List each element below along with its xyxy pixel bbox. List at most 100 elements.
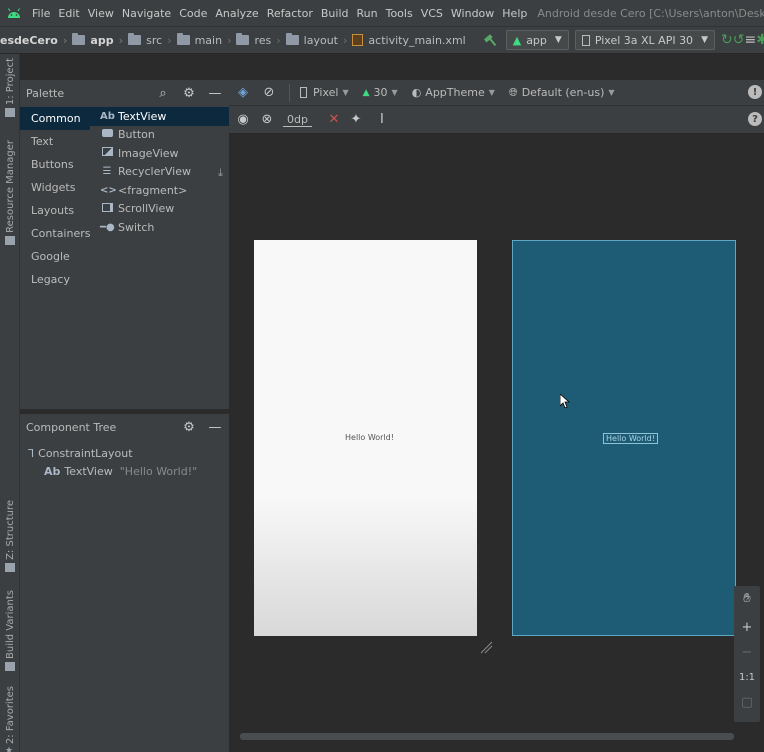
menu-view[interactable]: View: [84, 7, 118, 20]
download-icon[interactable]: ⤓: [218, 166, 223, 180]
tab-project[interactable]: 1: Project: [0, 58, 20, 118]
folder-icon: [72, 33, 86, 45]
constraint-layout-icon: ⅂: [28, 446, 35, 460]
device-select[interactable]: Pixel 3a XL API 30 ▼: [574, 30, 715, 50]
menu-tools[interactable]: Tools: [382, 7, 417, 20]
device-preview-select[interactable]: Pixel ▼: [300, 86, 349, 99]
menu-run[interactable]: Run: [353, 7, 382, 20]
zoom-to-fit-button[interactable]: ▢: [734, 690, 760, 715]
menu-code[interactable]: Code: [175, 7, 211, 20]
palette-category-buttons[interactable]: Buttons: [20, 153, 90, 176]
palette-widget-button[interactable]: Button: [90, 126, 229, 145]
tab-build-variants[interactable]: Build Variants: [0, 590, 20, 671]
list-icon: ☰: [102, 166, 112, 178]
infer-constraints-icon[interactable]: ✦: [348, 112, 364, 128]
palette-widget-textview[interactable]: Ab TextView: [90, 107, 229, 126]
minimize-icon[interactable]: —: [207, 85, 223, 101]
resize-handle-icon[interactable]: [479, 640, 493, 654]
apply-changes-icon[interactable]: ↻: [721, 29, 733, 51]
globe-icon: 🌐︎: [508, 85, 518, 99]
orientation-icon[interactable]: ⊘: [261, 85, 277, 101]
debug-icon[interactable]: ✱: [756, 29, 764, 51]
palette-category-layouts[interactable]: Layouts: [20, 199, 90, 222]
palette-widget-switch[interactable]: ━● Switch: [90, 218, 229, 237]
menu-window[interactable]: Window: [447, 7, 498, 20]
menu-file[interactable]: File: [28, 7, 54, 20]
blueprint-preview[interactable]: Hello World!: [512, 240, 736, 636]
menu-help[interactable]: Help: [498, 7, 531, 20]
palette-widget-fragment[interactable]: <> <fragment>: [90, 181, 229, 200]
eye-icon[interactable]: ◉: [235, 112, 251, 128]
android-icon: ▲: [512, 33, 522, 47]
minimize-icon[interactable]: —: [207, 419, 223, 435]
navigation-bar: esdeCero › app › src › main › res › layout › a…: [0, 26, 764, 54]
guidelines-icon[interactable]: I: [374, 112, 390, 128]
palette-category-legacy[interactable]: Legacy: [20, 268, 90, 291]
tab-structure[interactable]: Z: Structure: [0, 500, 20, 572]
tree-node-constraintlayout[interactable]: ⅂ ConstraintLayout: [20, 444, 229, 462]
menu-bar: File Edit View Navigate Code Analyze Ref…: [0, 0, 764, 26]
zoom-actual-size-button[interactable]: 1:1: [734, 665, 760, 690]
gear-icon[interactable]: ⚙: [181, 419, 197, 435]
folder-icon: [236, 33, 250, 45]
palette-category-google[interactable]: Google: [20, 245, 90, 268]
palette-widget-imageview[interactable]: ImageView: [90, 144, 229, 163]
theme-select[interactable]: ◐ AppTheme ▼: [412, 86, 495, 99]
device-icon: [581, 34, 590, 46]
api-level-select[interactable]: ▲ 30 ▼: [363, 86, 398, 99]
palette-category-text[interactable]: Text: [20, 130, 90, 153]
design-surface-icon[interactable]: ◈: [235, 85, 251, 101]
menu-edit[interactable]: Edit: [54, 7, 83, 20]
breadcrumb-layout[interactable]: layout ›: [285, 33, 353, 47]
gear-icon[interactable]: ⚙: [181, 85, 197, 101]
blueprint-hello-text[interactable]: Hello World!: [603, 433, 658, 444]
palette-category-widgets[interactable]: Widgets: [20, 176, 90, 199]
button-icon: [100, 129, 114, 140]
menu-build[interactable]: Build: [317, 7, 353, 20]
breadcrumb-app[interactable]: app ›: [72, 33, 128, 47]
build-variants-icon: [5, 661, 15, 671]
design-preview[interactable]: Hello World!: [254, 240, 477, 636]
run-tasks-icon[interactable]: ≡: [744, 29, 756, 51]
run-config-select[interactable]: ▲ app ▼: [505, 30, 569, 50]
pan-hand-icon[interactable]: ✋︎: [734, 586, 760, 611]
clear-constraints-icon[interactable]: ✕: [326, 112, 342, 128]
menu-refactor[interactable]: Refactor: [263, 7, 317, 20]
breadcrumb-project[interactable]: esdeCero ›: [0, 34, 72, 47]
palette-widget-recyclerview[interactable]: ☰ RecyclerView: [90, 163, 229, 182]
search-icon[interactable]: ⌕: [155, 85, 171, 101]
palette-widget-scrollview[interactable]: ScrollView: [90, 200, 229, 219]
design-hello-text[interactable]: Hello World!: [345, 433, 394, 442]
design-canvas[interactable]: Hello World! Hello World!: [229, 134, 764, 752]
breadcrumb-res[interactable]: res ›: [236, 33, 285, 47]
autoconnect-off-icon[interactable]: ⊗: [259, 112, 275, 128]
tab-resource-manager[interactable]: Resource Manager: [0, 140, 20, 245]
palette-category-common[interactable]: Common: [20, 107, 90, 130]
menu-vcs[interactable]: VCS: [417, 7, 447, 20]
horizontal-scrollbar[interactable]: [240, 733, 734, 740]
palette-category-containers[interactable]: Containers: [20, 222, 91, 245]
chevron-down-icon: ▼: [608, 88, 615, 97]
warning-icon[interactable]: !: [748, 85, 762, 99]
folder-icon: [5, 108, 15, 118]
textview-icon: Ab: [44, 464, 61, 478]
help-icon[interactable]: ?: [748, 112, 762, 126]
breadcrumb-main[interactable]: main ›: [176, 33, 237, 47]
build-hammer-icon[interactable]: [483, 29, 498, 51]
menu-analyze[interactable]: Analyze: [211, 7, 262, 20]
breadcrumb-file[interactable]: activity_main.xml: [352, 34, 466, 47]
tab-favorites[interactable]: 2: Favorites ★: [0, 686, 20, 752]
zoom-in-button[interactable]: +: [734, 615, 760, 640]
chevron-down-icon: ▼: [554, 35, 562, 45]
chevron-down-icon: ▼: [342, 88, 349, 97]
zoom-out-button[interactable]: −: [734, 640, 760, 665]
locale-select[interactable]: 🌐︎ Default (en-us) ▼: [509, 86, 615, 100]
apply-code-changes-icon[interactable]: ↺: [733, 29, 745, 51]
menu-navigate[interactable]: Navigate: [118, 7, 175, 20]
textview-icon: Ab: [100, 110, 115, 122]
breadcrumb-src[interactable]: src ›: [128, 33, 176, 47]
default-margin-field[interactable]: 0dp: [283, 113, 312, 127]
tree-node-textview[interactable]: Ab TextView "Hello World!": [20, 462, 229, 480]
folder-icon: [176, 33, 190, 45]
window-title: Android desde Cero [C:\Users\anton\Deskt…: [537, 6, 764, 20]
